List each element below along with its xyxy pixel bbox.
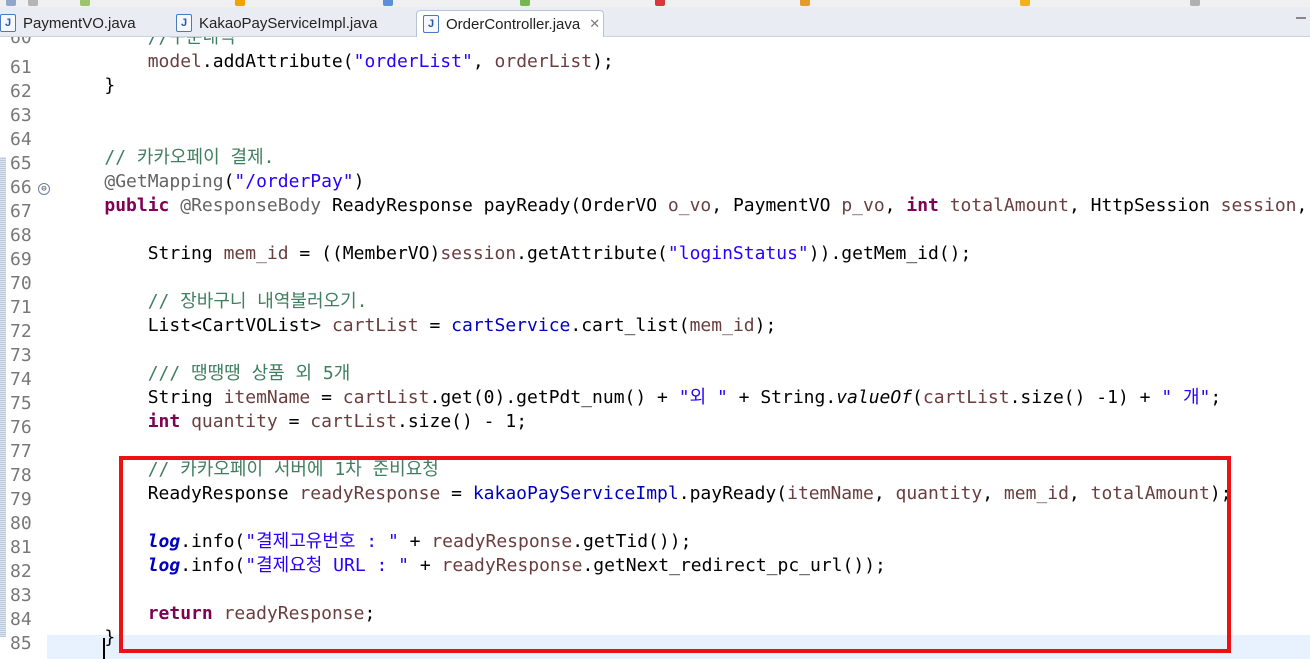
toolbar-icon[interactable] <box>1020 0 1030 6</box>
code-line[interactable]: // 장바구니 내역불러오기. <box>61 290 368 314</box>
code-line[interactable]: /// 땡땡땡 상품 외 5개 <box>61 362 351 386</box>
highlight-box <box>119 456 1231 653</box>
toolbar-icon[interactable] <box>1190 0 1200 6</box>
java-file-icon: J <box>0 14 16 32</box>
toolbar-icon[interactable] <box>28 0 38 6</box>
code-line[interactable]: //구문내역 <box>61 37 236 50</box>
toolbar-icon[interactable] <box>800 0 810 6</box>
minimize-icon[interactable] <box>1296 17 1306 19</box>
code-line[interactable]: int quantity = cartList.size() - 1; <box>61 410 527 434</box>
java-file-icon: J <box>176 14 192 32</box>
toolbar-icon[interactable] <box>6 0 16 6</box>
tab-kakaopayserviceimpl[interactable]: J KakaoPayServiceImpl.java <box>176 10 412 36</box>
code-line[interactable]: model.addAttribute("orderList", orderLis… <box>61 50 614 74</box>
code-line[interactable]: String itemName = cartList.get(0).getPdt… <box>61 386 1222 410</box>
code-line[interactable]: @GetMapping("/orderPay") <box>61 170 364 194</box>
code-line[interactable]: } <box>61 74 115 98</box>
code-line[interactable]: } <box>61 626 115 650</box>
toolbar-icon[interactable] <box>383 0 393 6</box>
toolbar-icon[interactable] <box>520 0 530 6</box>
toolbar-icon[interactable] <box>80 0 90 6</box>
tab-paymentvo[interactable]: J PaymentVO.java <box>0 10 160 36</box>
toolbar-icon[interactable] <box>235 0 245 6</box>
close-icon[interactable]: ✕ <box>589 16 600 32</box>
tab-label: KakaoPayServiceImpl.java <box>199 14 378 32</box>
editor-tab-bar: J PaymentVO.java J KakaoPayServiceImpl.j… <box>0 7 1310 37</box>
code-line[interactable]: public @ResponseBody ReadyResponse payRe… <box>61 194 1310 218</box>
tab-label: OrderController.java <box>446 15 581 33</box>
toolbar-icon[interactable] <box>655 0 665 6</box>
code-editor[interactable]: 60 61 62 63 64 65 66 ⊖ 67 68 69 70 71 72… <box>0 37 1310 659</box>
tab-label: PaymentVO.java <box>23 14 136 32</box>
code-line[interactable]: List<CartVOList> cartList = cartService.… <box>61 314 777 338</box>
code-line[interactable]: // 카카오페이 결제. <box>61 146 274 170</box>
toolbar <box>0 0 1310 7</box>
tab-ordercontroller[interactable]: J OrderController.java ✕ <box>416 10 604 37</box>
java-file-icon: J <box>423 15 439 33</box>
text-cursor <box>103 638 105 659</box>
code-line[interactable]: String mem_id = ((MemberVO)session.getAt… <box>61 242 972 266</box>
